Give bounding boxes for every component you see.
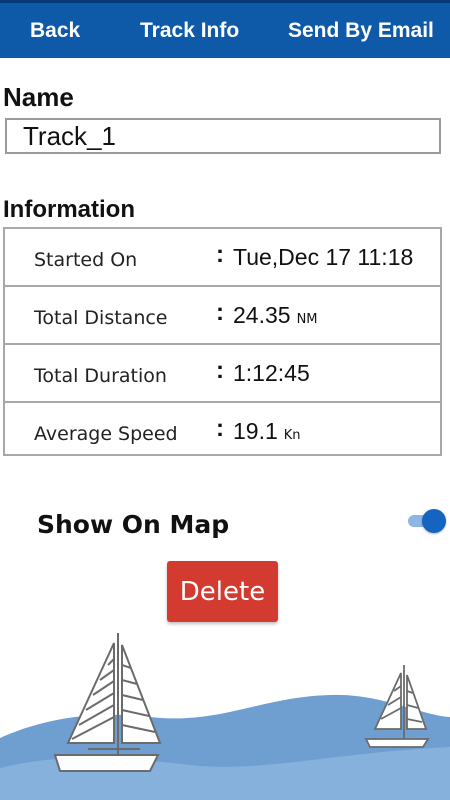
info-row-total-distance: Total Distance : 24.35 NM <box>5 287 440 345</box>
speed-unit: Kn <box>283 428 301 443</box>
info-row-total-duration: Total Duration : 1:12:45 <box>5 345 440 403</box>
info-row-average-speed: Average Speed : 19.1 Kn <box>5 403 440 459</box>
toggle-thumb <box>422 509 446 533</box>
back-button[interactable]: Back <box>30 19 80 43</box>
info-label: Total Distance <box>34 307 168 329</box>
show-on-map-label: Show On Map <box>37 510 230 539</box>
info-colon: : <box>216 241 224 268</box>
info-row-started-on: Started On : Tue,Dec 17 11:18 <box>5 229 440 287</box>
info-label: Average Speed <box>34 423 178 445</box>
info-colon: : <box>216 299 224 326</box>
info-value: 24.35 NM <box>233 302 318 329</box>
total-duration-value: 1:12:45 <box>233 360 310 386</box>
track-info-screen: Back Track Info Send By Email Name Infor… <box>0 0 450 800</box>
information-heading: Information <box>3 196 135 223</box>
top-app-bar: Back Track Info Send By Email <box>0 0 450 58</box>
information-table: Started On : Tue,Dec 17 11:18 Total Dist… <box>3 227 442 456</box>
page-title: Track Info <box>140 19 240 42</box>
info-value: 19.1 Kn <box>233 418 301 445</box>
info-label: Started On <box>34 249 138 271</box>
show-on-map-toggle[interactable] <box>406 509 446 533</box>
distance-unit: NM <box>296 312 318 327</box>
track-name-input[interactable] <box>5 118 441 154</box>
average-speed-value: 19.1 <box>233 418 278 444</box>
sailing-scene <box>0 633 450 800</box>
send-by-email-button[interactable]: Send By Email <box>288 19 434 43</box>
delete-button[interactable]: Delete <box>167 561 278 622</box>
info-colon: : <box>216 357 224 384</box>
info-label: Total Duration <box>34 365 167 387</box>
info-colon: : <box>216 415 224 442</box>
started-on-value: Tue,Dec 17 11:18 <box>233 244 414 270</box>
info-value: 1:12:45 <box>233 360 310 387</box>
total-distance-value: 24.35 <box>233 302 291 328</box>
info-value: Tue,Dec 17 11:18 <box>233 244 413 271</box>
name-heading: Name <box>3 82 74 112</box>
